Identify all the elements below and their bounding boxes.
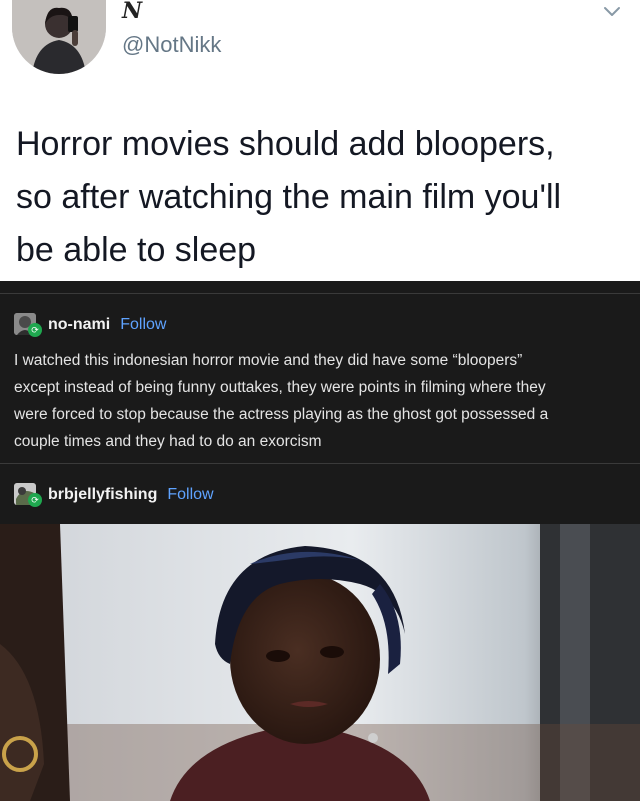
user-handle[interactable]: @NotNikk xyxy=(122,32,221,58)
username[interactable]: no-nami xyxy=(48,316,110,334)
reblog-icon: ⟳ xyxy=(28,493,42,507)
chevron-down-icon[interactable] xyxy=(602,2,622,22)
user-avatar[interactable] xyxy=(12,0,106,74)
reaction-image xyxy=(0,524,640,801)
tweet-card: N @NotNikk Horror movies should add bloo… xyxy=(0,0,640,281)
post-body: I watched this indonesian horror movie a… xyxy=(14,347,624,455)
tumblr-thread: ⟳ no-nami Follow I watched this indonesi… xyxy=(0,281,640,525)
follow-button[interactable]: Follow xyxy=(167,486,213,504)
post-header-no-nami: ⟳ no-nami Follow xyxy=(14,313,166,337)
follow-button[interactable]: Follow xyxy=(120,316,166,334)
divider xyxy=(0,463,640,464)
avatar[interactable]: ⟳ xyxy=(14,313,42,337)
post-body-line: I watched this indonesian horror movie a… xyxy=(14,352,523,369)
avatar[interactable]: ⟳ xyxy=(14,483,42,507)
reblog-icon: ⟳ xyxy=(28,323,42,337)
post-body-line: except instead of being funny outtakes, … xyxy=(14,379,546,396)
display-name[interactable]: N xyxy=(122,0,142,22)
meme-page: N @NotNikk Horror movies should add bloo… xyxy=(0,0,640,801)
tweet-text-line: so after watching the main film you'll xyxy=(16,178,562,216)
post-body-line: couple times and they had to do an exorc… xyxy=(14,433,322,450)
post-body-line: were forced to stop because the actress … xyxy=(14,406,549,423)
tweet-text-line: Horror movies should add bloopers, xyxy=(16,125,555,163)
avatar-photo xyxy=(12,0,106,74)
username[interactable]: brbjellyfishing xyxy=(48,486,157,504)
tweet-text: Horror movies should add bloopers, so af… xyxy=(16,118,616,277)
divider xyxy=(0,293,640,294)
post-header-brbjellyfishing: ⟳ brbjellyfishing Follow xyxy=(14,483,214,507)
tweet-text-line: be able to sleep xyxy=(16,231,257,269)
